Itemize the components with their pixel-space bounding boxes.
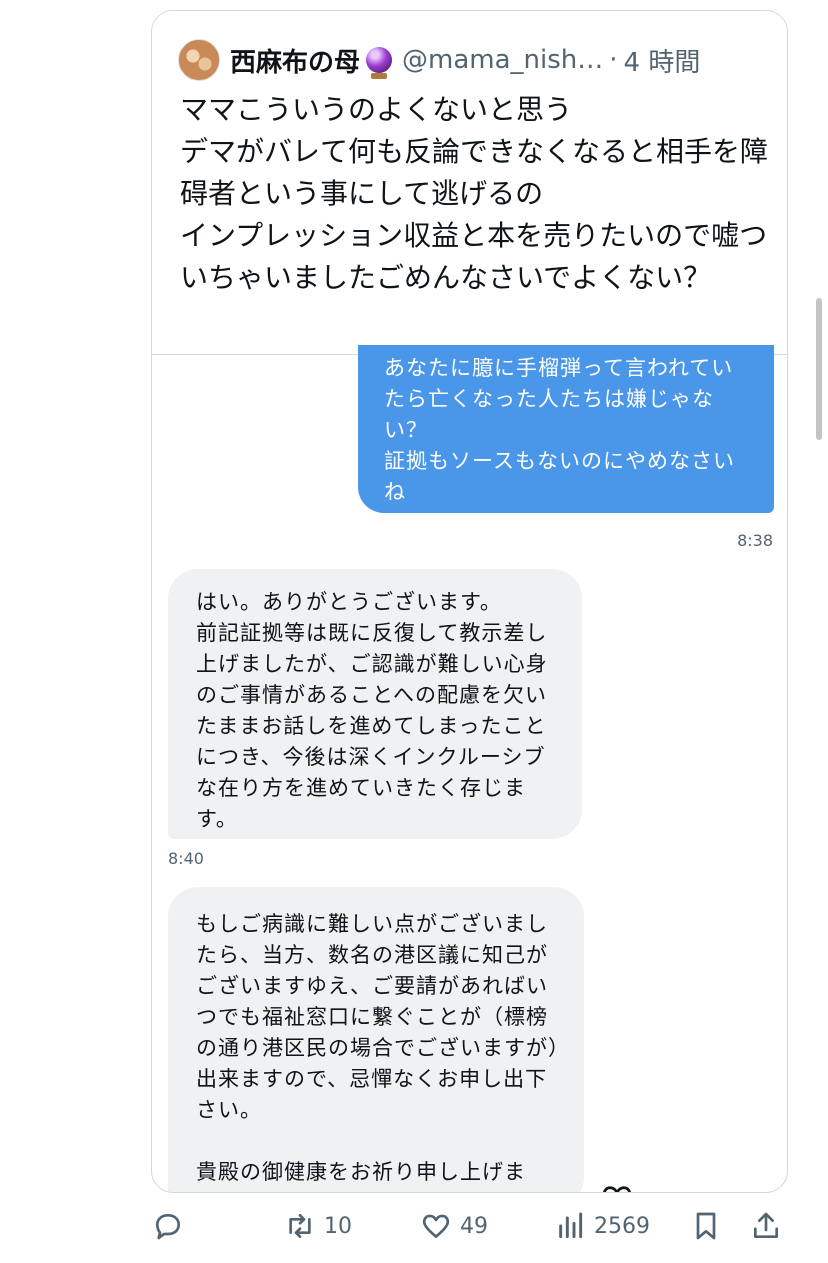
like-button[interactable]: 49: [420, 1210, 488, 1242]
like-count: 49: [460, 1213, 488, 1239]
message-timestamp: 8:38: [737, 531, 773, 550]
crystal-ball-icon: [366, 47, 393, 79]
message-bubble-received: もしご病識に難しい点がございましたら、当方、数名の港区議に知己がございますゆえ、…: [168, 887, 584, 1192]
quoted-post[interactable]: 西麻布の母 @mama_nish… · 4 時間 ママこういうのよくないと思う …: [152, 11, 787, 355]
views-chart-icon: [559, 1212, 583, 1239]
avatar[interactable]: [178, 39, 220, 81]
dm-screenshot: あなたに臆に手榴弾って言われていたら亡くなった人たちは嫌じゃない？ 証拠もソース…: [152, 345, 787, 1193]
retweet-button[interactable]: 10: [284, 1210, 352, 1242]
quoted-post-card[interactable]: 西麻布の母 @mama_nish… · 4 時間 ママこういうのよくないと思う …: [151, 10, 788, 1193]
scrollbar[interactable]: [816, 298, 822, 440]
heart-reaction-icon[interactable]: [600, 1183, 634, 1193]
retweet-icon: [289, 1214, 311, 1238]
bookmark-button[interactable]: [690, 1210, 722, 1242]
message-bubble-received: はい。ありがとうございます。 前記証拠等は既に反復して教示差し上げましたが、ご認…: [168, 569, 582, 839]
reply-icon: [156, 1214, 180, 1240]
display-name[interactable]: 西麻布の母: [230, 42, 360, 79]
separator-dot: ·: [609, 45, 618, 75]
user-handle[interactable]: @mama_nish…: [402, 45, 603, 75]
retweet-count: 10: [324, 1213, 352, 1239]
views-button[interactable]: 2569: [554, 1210, 650, 1242]
quoted-post-meta: 西麻布の母 @mama_nish… · 4 時間: [178, 39, 778, 81]
quoted-post-text: ママこういうのよくないと思う デマがバレて何も反論できなくなると相手を障碍者とい…: [180, 93, 769, 294]
reply-button[interactable]: [152, 1210, 192, 1242]
view-count: 2569: [594, 1213, 650, 1239]
bookmark-icon: [696, 1212, 716, 1240]
post-time[interactable]: 4 時間: [624, 42, 701, 79]
message-bubble-sent: あなたに臆に手榴弾って言われていたら亡くなった人たちは嫌じゃない？ 証拠もソース…: [358, 345, 774, 513]
heart-icon: [422, 1214, 450, 1238]
post-action-bar: 10 49 2569: [0, 1200, 828, 1260]
message-timestamp: 8:40: [168, 849, 204, 868]
share-button[interactable]: [750, 1210, 782, 1242]
share-icon: [754, 1212, 778, 1238]
